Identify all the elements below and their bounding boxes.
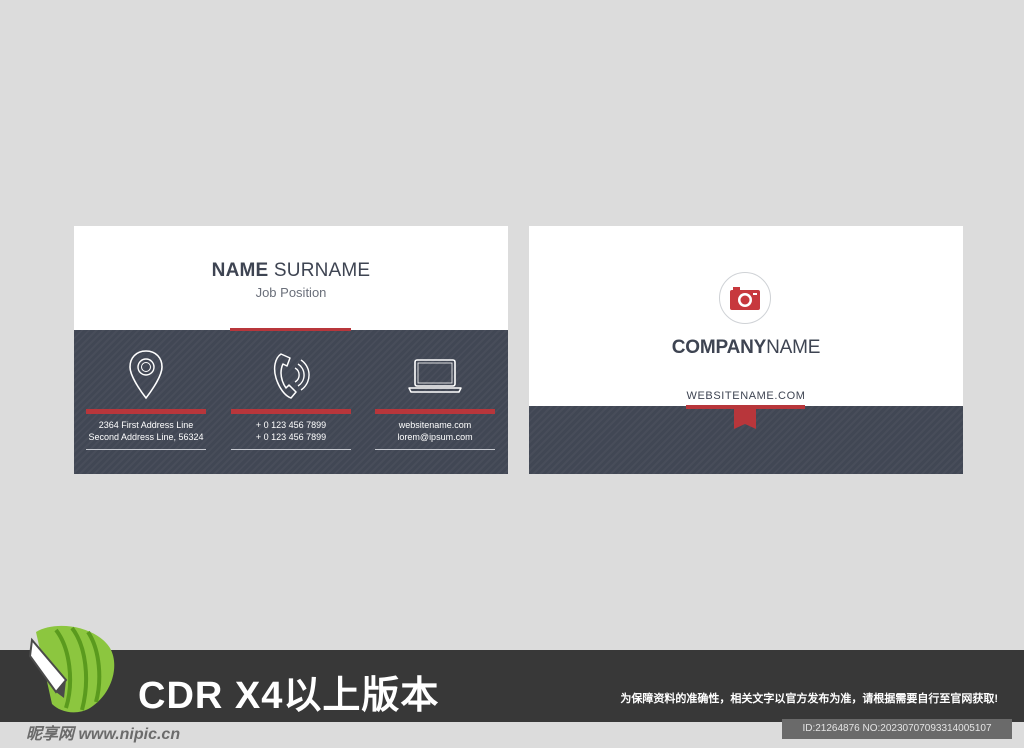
address-text: 2364 First Address Line Second Address L… [86,419,206,443]
address-accent-bar [86,409,206,414]
camera-icon [730,287,760,310]
card-name: NAME SURNAME [74,260,508,282]
phone-line-1: + 0 123 456 7899 [255,420,327,430]
address-divider [86,449,206,450]
web-accent-bar [375,409,495,414]
address-column: 2364 First Address Line Second Address L… [86,330,206,474]
banner-note: 为保障资料的准确性，相关文字以官方发布为准，请根据需要自行至官网获取! [620,693,998,705]
phone-line-2: + 0 123 456 7899 [255,432,327,442]
company-website: WEBSITENAME.COM [686,390,806,402]
web-divider [375,449,495,450]
phone-divider [231,449,351,450]
banner-title: CDR X4以上版本 [138,675,440,717]
web-text: websitename.com lorem@ipsum.com [375,419,495,443]
phone-accent-bar [231,409,351,414]
job-position: Job Position [255,285,327,300]
business-card-back: COMPANYNAME WEBSITENAME.COM [529,226,963,474]
address-line-2: Second Address Line, 56324 [88,432,204,442]
image-id-bar: ID:21264876 NO:20230707093314005107 [782,719,1012,739]
location-pin-icon [86,348,206,404]
phone-icon [231,348,351,404]
company-logo [719,272,771,324]
name-first: NAME [211,260,269,281]
company-name: COMPANYNAME [529,337,963,359]
laptop-icon [375,348,495,404]
site-watermark: 昵享网 www.nipic.cn [26,726,181,743]
company-name-rest: NAME [766,337,821,358]
web-column: websitename.com lorem@ipsum.com [375,330,495,474]
phone-column: + 0 123 456 7899 + 0 123 456 7899 [231,330,351,474]
company-name-bold: COMPANY [671,337,767,358]
phone-text: + 0 123 456 7899 + 0 123 456 7899 [231,419,351,443]
website-line: websitename.com [398,420,472,430]
ribbon-icon [734,409,756,429]
name-surname: SURNAME [268,260,371,281]
business-card-front: NAME SURNAME Job Position 2364 First Add… [74,226,508,474]
address-line-1: 2364 First Address Line [98,420,194,430]
info-banner: CDR X4以上版本 为保障资料的准确性，相关文字以官方发布为准，请根据需要自行… [0,650,1024,722]
email-line: lorem@ipsum.com [397,432,473,442]
coreldraw-logo-icon [28,625,115,713]
